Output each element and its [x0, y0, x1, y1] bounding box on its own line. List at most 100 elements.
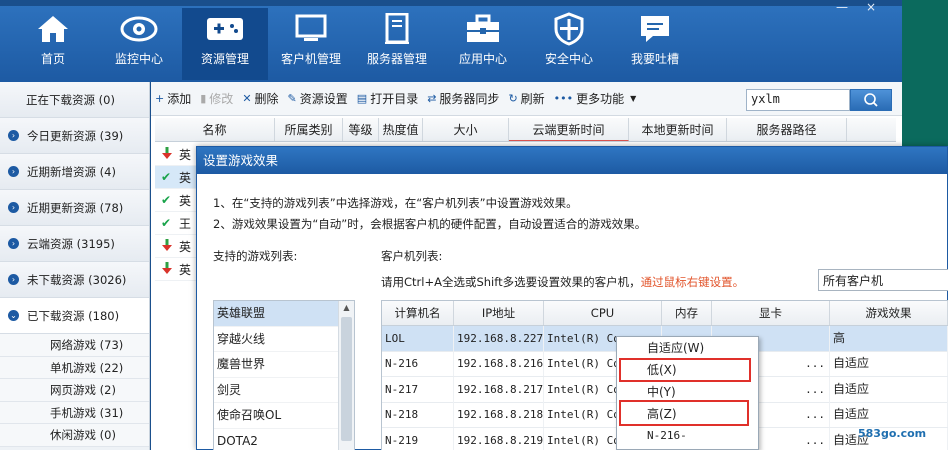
sidebar-subitem-online[interactable]: 网络游戏 (73): [0, 334, 149, 357]
games-scrollbar[interactable]: ▲: [338, 301, 354, 450]
cell-ip: 192.168.8.227: [454, 325, 544, 351]
sidebar-item-recent-updated[interactable]: › 近期更新资源 (78): [0, 190, 149, 226]
selection-hint: 请用Ctrl+A全选或Shift多选要设置效果的客户机，通过鼠标右键设置。: [381, 274, 744, 290]
search-button[interactable]: [850, 89, 892, 111]
shield-icon: [526, 8, 612, 50]
column-ip[interactable]: IP地址: [454, 301, 544, 325]
window-controls: —×: [836, 0, 894, 14]
dropdown-arrow-icon: ▼: [630, 94, 637, 103]
refresh-button[interactable]: ↻ 刷新: [508, 90, 544, 107]
nav-servers[interactable]: 服务器管理: [354, 8, 440, 80]
sidebar-item-cloud[interactable]: › 云端资源 (3195): [0, 226, 149, 262]
watermark: 583go.com: [858, 427, 927, 440]
nav-security[interactable]: 安全中心: [526, 8, 612, 80]
nav-clients[interactable]: 客户机管理: [268, 8, 354, 80]
column-cloud-update[interactable]: 云端更新时间: [509, 118, 629, 141]
list-item[interactable]: 英雄联盟: [214, 301, 354, 327]
sidebar-subitem-mobile[interactable]: 手机游戏 (31): [0, 401, 149, 424]
sidebar-item-recent-added[interactable]: › 近期新增资源 (4): [0, 154, 149, 190]
menu-item-client-id[interactable]: N-216-20200728144309: [617, 425, 758, 447]
wrench-icon: ✎: [287, 92, 297, 105]
sync-icon: ⇄: [427, 92, 437, 105]
cell-name: N-218: [382, 402, 454, 428]
menu-item-adaptive[interactable]: 自适应(W): [617, 337, 758, 359]
sidebar-subitem-web[interactable]: 网页游戏 (2): [0, 379, 149, 402]
row-name: 英: [179, 262, 192, 277]
client-filter-select[interactable]: 所有客户机: [818, 269, 948, 291]
clients-list-label: 客户机列表:: [381, 249, 443, 263]
cell-ip: 192.168.8.217: [454, 376, 544, 402]
check-icon: ✔: [161, 216, 172, 230]
server-sync-button[interactable]: ⇄ 服务器同步: [427, 90, 499, 107]
column-local-update[interactable]: 本地更新时间: [629, 118, 727, 141]
column-level[interactable]: 等级: [343, 118, 379, 141]
gamepad-icon: [182, 8, 268, 50]
instruction-2: 2、游戏效果设置为“自动”时，会根据客户机的硬件配置，自动设置适合的游戏效果。: [213, 217, 647, 231]
open-directory-button[interactable]: ▤ 打开目录: [357, 90, 418, 107]
column-name[interactable]: 名称: [155, 118, 275, 141]
column-server-path[interactable]: 服务器路径: [727, 118, 847, 141]
close-button[interactable]: ×: [866, 0, 894, 14]
chevron-down-icon: ⌄: [8, 310, 19, 321]
nav-resources[interactable]: 资源管理: [182, 8, 268, 80]
column-size[interactable]: 大小: [423, 118, 509, 141]
minimize-button[interactable]: —: [836, 0, 866, 14]
more-functions-button[interactable]: ••• 更多功能 ▼: [554, 90, 637, 107]
list-item[interactable]: 使命召唤OL: [214, 403, 354, 429]
cell-name: N-219: [382, 427, 454, 450]
sidebar-item-label: 正在下载资源 (0): [26, 92, 115, 107]
download-status-icon: [161, 146, 175, 163]
client-grid-header: 计算机名 IP地址 CPU 内存 显卡 游戏效果: [382, 301, 948, 326]
sidebar-item-label: 云端资源 (3195): [27, 236, 115, 251]
nav-feedback[interactable]: 我要吐槽: [612, 8, 698, 80]
scroll-thumb[interactable]: [341, 317, 352, 441]
home-icon: [10, 8, 96, 50]
row-name: 英: [179, 170, 192, 185]
highlight-box-high: [619, 400, 749, 426]
instruction-1: 1、在“支持的游戏列表”中选择游戏，在“客户机列表”中设置游戏效果。: [213, 196, 578, 210]
nav-apps[interactable]: 应用中心: [440, 8, 526, 80]
column-gpu[interactable]: 显卡: [712, 301, 830, 325]
sidebar-subitem-casual[interactable]: 休闲游戏 (0): [0, 424, 149, 447]
sidebar-item-downloading[interactable]: 正在下载资源 (0): [0, 82, 149, 118]
dialog-title: 设置游戏效果: [197, 147, 947, 174]
chat-icon: [612, 8, 698, 50]
column-memory[interactable]: 内存: [662, 301, 712, 325]
eye-icon: [96, 8, 182, 50]
column-cpu[interactable]: CPU: [544, 301, 662, 325]
column-heat[interactable]: 热度值: [379, 118, 423, 141]
cell-ip: 192.168.8.216: [454, 351, 544, 377]
nav-apps-label: 应用中心: [458, 52, 507, 66]
server-icon: [354, 8, 440, 50]
search-input[interactable]: yxlm: [746, 89, 850, 111]
nav-monitor[interactable]: 监控中心: [96, 8, 182, 80]
edit-button-label: 修改: [209, 92, 234, 106]
edit-icon: ▮: [200, 92, 207, 105]
column-category[interactable]: 所属类别: [275, 118, 343, 141]
hint-text: 请用Ctrl+A全选或Shift多选要设置效果的客户机，: [381, 275, 641, 289]
sidebar-item-today[interactable]: › 今日更新资源 (39): [0, 118, 149, 154]
column-game-effect[interactable]: 游戏效果: [830, 301, 948, 325]
sidebar-subitem-single[interactable]: 单机游戏 (22): [0, 356, 149, 379]
title-strip: [0, 0, 902, 6]
scroll-up-icon[interactable]: ▲: [339, 301, 354, 315]
list-item[interactable]: 魔兽世界: [214, 352, 354, 378]
chevron-right-icon: ›: [8, 130, 19, 141]
delete-button[interactable]: ✕ 删除: [242, 90, 278, 107]
resource-sidebar: 正在下载资源 (0) › 今日更新资源 (39) › 近期新增资源 (4) › 近期更…: [0, 82, 150, 450]
supported-games-list: 英雄联盟 穿越火线 魔兽世界 剑灵 使命召唤OL DOTA2 ▲: [213, 300, 355, 450]
nav-home[interactable]: 首页: [10, 8, 96, 80]
edit-button[interactable]: ▮ 修改: [200, 90, 233, 107]
list-item[interactable]: 剑灵: [214, 378, 354, 403]
sidebar-item-downloaded[interactable]: ⌄ 已下载资源 (180): [0, 298, 149, 334]
close-icon: ✕: [242, 92, 252, 105]
list-item[interactable]: 穿越火线: [214, 327, 354, 352]
nav-resources-label: 资源管理: [200, 52, 249, 66]
resource-settings-button[interactable]: ✎ 资源设置: [288, 90, 348, 107]
column-computer-name[interactable]: 计算机名: [382, 301, 454, 325]
toolbox-icon: [440, 8, 526, 50]
sidebar-item-label: 未下载资源 (3026): [27, 272, 127, 287]
add-button[interactable]: + 添加: [155, 90, 191, 107]
list-item[interactable]: DOTA2: [214, 429, 354, 450]
sidebar-item-not-downloaded[interactable]: › 未下载资源 (3026): [0, 262, 149, 298]
